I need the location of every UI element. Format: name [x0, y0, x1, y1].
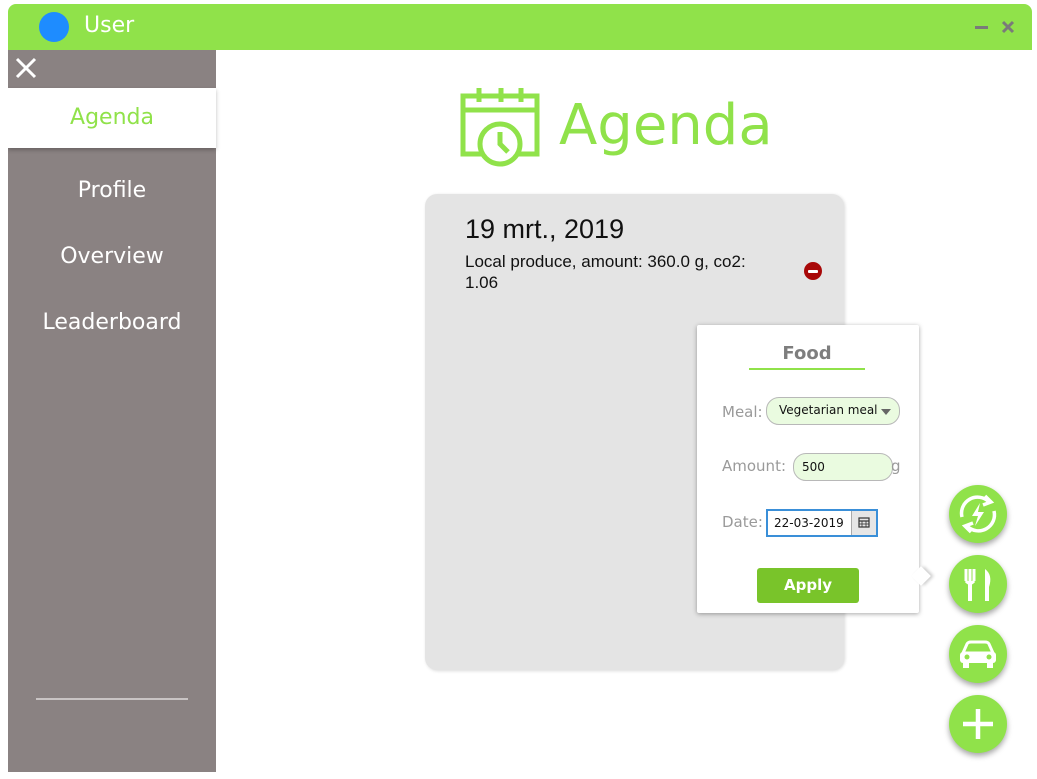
meal-select-value: Vegetarian meal: [779, 403, 878, 417]
calendar-clock-icon: [460, 88, 540, 167]
sidebar-item-agenda[interactable]: Agenda: [8, 88, 216, 148]
car-button[interactable]: [949, 625, 1007, 683]
page-title: Agenda: [559, 93, 773, 158]
close-icon[interactable]: [14, 56, 38, 80]
car-icon: [960, 640, 996, 668]
energy-icon: [959, 494, 997, 534]
date-picker: [766, 509, 878, 537]
date-label: Date:: [722, 513, 763, 531]
sidebar-item-profile[interactable]: Profile: [8, 161, 216, 221]
entry-date: 19 mrt., 2019: [465, 214, 625, 244]
add-icon: [963, 709, 993, 739]
window-title: User: [84, 13, 135, 38]
avatar[interactable]: [39, 12, 69, 42]
amount-input[interactable]: [793, 453, 893, 481]
close-icon[interactable]: [1000, 19, 1016, 35]
entry-description: Local produce, amount: 360.0 g, co2: 1.0…: [465, 252, 746, 292]
meal-select[interactable]: Vegetarian meal: [766, 397, 900, 425]
food-form-popover: Food Meal: Vegetarian meal Amount: g Dat…: [697, 325, 919, 613]
remove-icon[interactable]: [804, 262, 822, 280]
add-button[interactable]: [949, 695, 1007, 753]
title-bar: User: [8, 4, 1032, 50]
chevron-down-icon: [881, 409, 891, 415]
amount-unit: g: [891, 457, 901, 475]
food-icon: [964, 569, 991, 601]
amount-label: Amount:: [722, 457, 786, 475]
form-title: Food: [749, 343, 865, 370]
meal-label: Meal:: [722, 403, 763, 421]
energy-button[interactable]: [949, 485, 1007, 543]
sidebar-item-leaderboard[interactable]: Leaderboard: [8, 293, 216, 353]
calendar-icon[interactable]: [851, 511, 876, 535]
date-input[interactable]: [768, 511, 850, 535]
food-button[interactable]: [949, 555, 1007, 613]
apply-button[interactable]: Apply: [757, 568, 859, 603]
minimize-icon[interactable]: [974, 19, 990, 35]
sidebar: Agenda Profile Overview Leaderboard: [8, 50, 216, 772]
sidebar-item-overview[interactable]: Overview: [8, 227, 216, 287]
sidebar-divider: [36, 698, 188, 700]
